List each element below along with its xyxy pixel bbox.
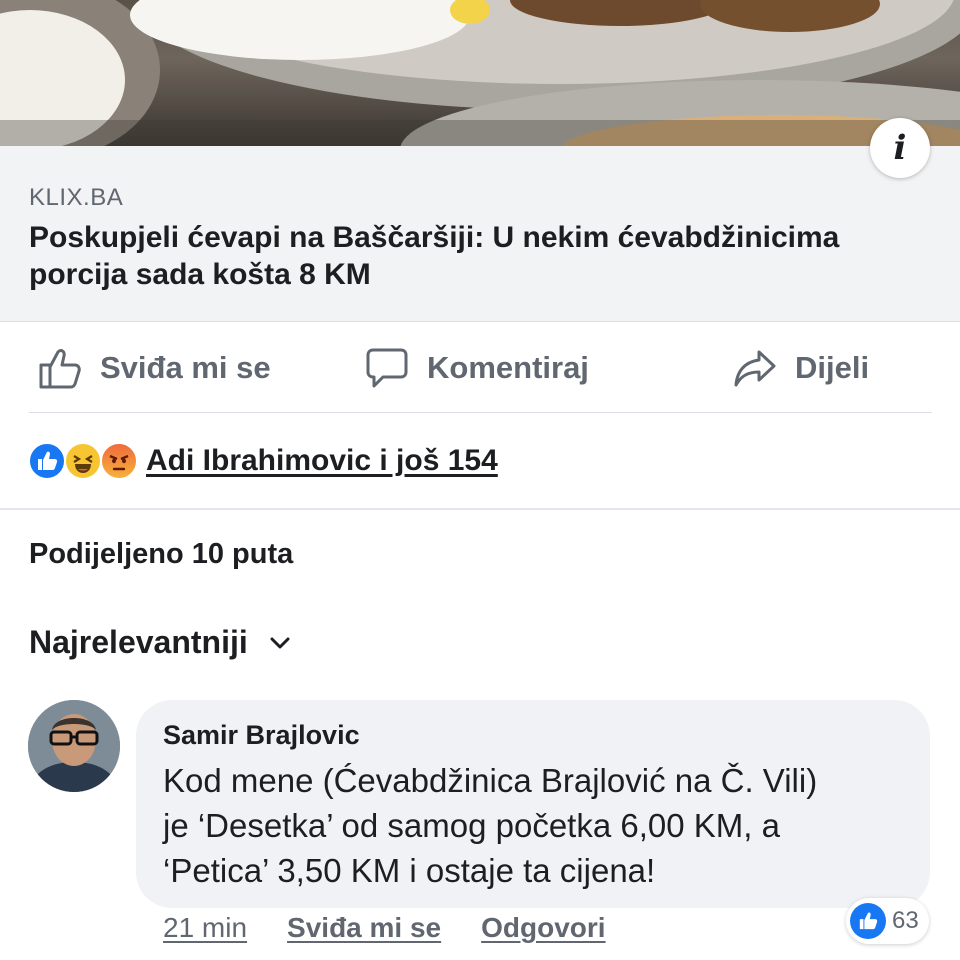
comment-bubble-icon [366,348,408,388]
post-action-bar: Sviđa mi se Komentiraj Dijeli [0,322,960,414]
comment-reaction-count[interactable]: 63 [846,898,929,944]
comment-bubble[interactable]: Samir Brajlovic Kod mene (Ćevabdžinica B… [136,700,930,908]
like-reaction-icon [28,442,66,480]
link-preview-card[interactable]: KLIX.BA Poskupjeli ćevapi na Baščaršiji:… [0,146,960,322]
comment-reply-button[interactable]: Odgovori [481,912,605,944]
food-photo [0,0,960,146]
sort-label: Najrelevantniji [29,624,248,660]
link-domain: KLIX.BA [29,184,124,211]
comment-button[interactable]: Komentiraj [365,346,589,390]
share-count[interactable]: Podijeljeno 10 puta [29,538,293,571]
comment-time[interactable]: 21 min [163,912,247,944]
comment-like-button[interactable]: Sviđa mi se [287,912,441,944]
comment-text-line: ‘Petica’ 3,50 KM i ostaje ta cijena! [163,852,656,889]
like-button[interactable]: Sviđa mi se [38,346,271,390]
like-reaction-icon [850,903,886,939]
chevron-down-icon [270,637,290,648]
link-title[interactable]: Poskupjeli ćevapi na Baščaršiji: U nekim… [29,219,929,293]
share-button[interactable]: Dijeli [733,346,869,390]
comment-text: Kod mene (Ćevabdžinica Brajlović na Č. V… [163,758,923,893]
comment-sort-dropdown[interactable]: Najrelevantniji [29,624,290,661]
info-icon: i [893,128,907,168]
comment-author[interactable]: Samir Brajlovic [163,720,360,751]
divider [29,412,932,413]
link-preview-image[interactable] [0,0,960,146]
comment-label: Komentiraj [427,350,589,385]
reactions-summary-text[interactable]: Adi Ibrahimovic i još 154 [146,444,498,478]
haha-reaction-icon [64,442,102,480]
reactions-summary[interactable]: Adi Ibrahimovic i još 154 [28,441,498,481]
share-label: Dijeli [795,350,870,385]
comment-text-line: Kod mene (Ćevabdžinica Brajlović na Č. V… [163,762,818,799]
comment-meta: 21 min Sviđa mi se Odgovori [163,912,606,944]
like-label: Sviđa mi se [100,350,271,385]
angry-reaction-icon [100,442,138,480]
comment-text-line: je ‘Desetka’ od samog početka 6,00 KM, a [163,807,780,844]
info-button[interactable]: i [870,118,930,178]
avatar[interactable] [28,700,120,792]
share-arrow-icon [734,350,776,387]
thumbs-up-icon [39,349,81,389]
comment-like-count: 63 [892,907,919,934]
divider [0,508,960,510]
